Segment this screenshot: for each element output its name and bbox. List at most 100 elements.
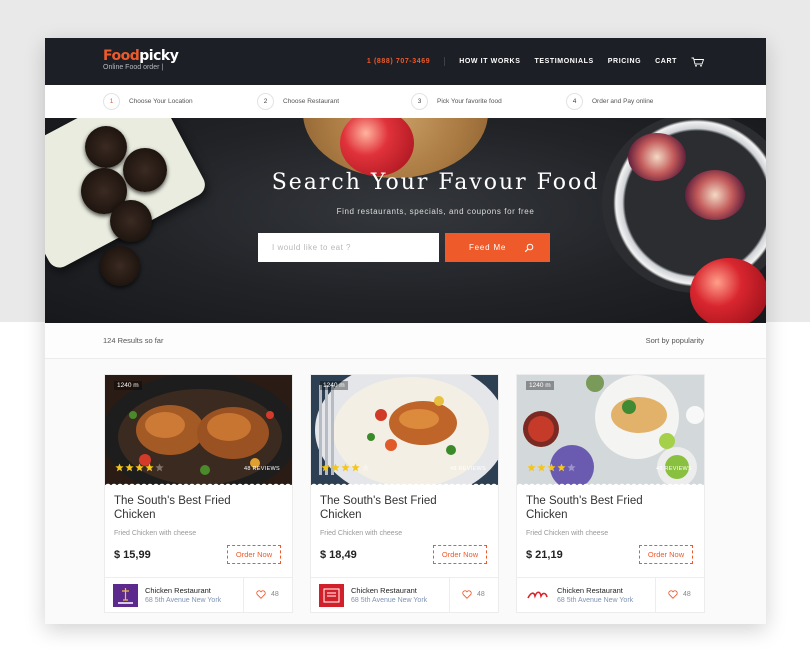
step-number: 3 xyxy=(411,93,428,110)
food-title[interactable]: The South's Best Fried Chicken xyxy=(526,494,686,522)
food-card[interactable]: 1240 m 48 REVIEWS The South's Best Fried… xyxy=(516,374,705,613)
website-frame: Foodpicky Online Food order | 1 (888) 70… xyxy=(45,38,766,624)
order-now-button[interactable]: Order Now xyxy=(433,545,487,564)
cookie-image xyxy=(100,246,140,286)
food-title[interactable]: The South's Best Fried Chicken xyxy=(320,494,480,522)
hero-subtitle: Find restaurants, specials, and coupons … xyxy=(336,207,535,216)
logo-subtitle: Online Food order | xyxy=(103,64,164,71)
star-icon xyxy=(135,463,144,472)
logo[interactable]: Foodpicky xyxy=(103,48,179,64)
star-icon xyxy=(341,463,350,472)
step-order-and-pay: 4 Order and Pay online xyxy=(566,85,653,118)
star-icon xyxy=(155,463,164,472)
star-icon xyxy=(115,463,124,472)
food-description: Fried Chicken with cheese xyxy=(320,530,403,537)
nav-cart[interactable]: CART xyxy=(655,58,677,65)
star-icon xyxy=(361,463,370,472)
logo-rest: picky xyxy=(139,48,179,64)
step-choose-restaurant: 2 Choose Restaurant xyxy=(257,85,339,118)
star-icon xyxy=(125,463,134,472)
like-count: 48 xyxy=(683,591,691,598)
order-steps-bar: 1 Choose Your Location 2 Choose Restaura… xyxy=(45,85,766,119)
star-icon xyxy=(557,463,566,472)
nav-how-it-works[interactable]: HOW IT WORKS xyxy=(459,58,520,65)
restaurant-name[interactable]: Chicken Restaurant xyxy=(557,586,623,595)
restaurant-logo[interactable] xyxy=(113,584,138,607)
star-icon xyxy=(321,463,330,472)
star-icon xyxy=(351,463,360,472)
sort-dropdown[interactable]: Sort by popularity xyxy=(646,336,704,345)
nav-divider xyxy=(444,57,446,66)
nav-testimonials[interactable]: TESTIMONIALS xyxy=(534,58,593,65)
heart-icon[interactable] xyxy=(668,590,678,599)
distance-badge: 1240 m xyxy=(526,381,554,390)
order-now-button[interactable]: Order Now xyxy=(227,545,281,564)
restaurant-logo[interactable] xyxy=(525,584,550,607)
rating-stars xyxy=(321,463,370,472)
card-divider xyxy=(517,577,704,578)
star-icon xyxy=(547,463,556,472)
phone-number[interactable]: 1 (888) 707-3469 xyxy=(367,58,430,65)
restaurant-name[interactable]: Chicken Restaurant xyxy=(351,586,417,595)
rating-stars xyxy=(527,463,576,472)
card-divider xyxy=(311,577,498,578)
star-icon xyxy=(527,463,536,472)
review-count: 48 REVIEWS xyxy=(449,466,486,472)
food-description: Fried Chicken with cheese xyxy=(114,530,197,537)
results-count: 124 Results so far xyxy=(103,336,164,345)
like-count: 48 xyxy=(477,591,485,598)
image-edge-decoration xyxy=(105,481,292,487)
step-pick-food: 3 Pick Your favorite food xyxy=(411,85,502,118)
logo-accent: Food xyxy=(103,48,140,64)
star-icon xyxy=(537,463,546,472)
card-divider xyxy=(655,577,656,612)
food-price: $ 18,49 xyxy=(320,549,357,561)
food-description: Fried Chicken with cheese xyxy=(526,530,609,537)
main-nav: 1 (888) 707-3469 HOW IT WORKS TESTIMONIA… xyxy=(367,38,704,85)
step-number: 2 xyxy=(257,93,274,110)
food-title[interactable]: The South's Best Fried Chicken xyxy=(114,494,274,522)
food-price: $ 15,99 xyxy=(114,549,151,561)
step-number: 4 xyxy=(566,93,583,110)
star-icon xyxy=(145,463,154,472)
heart-icon[interactable] xyxy=(256,590,266,599)
step-label: Order and Pay online xyxy=(592,98,654,105)
step-choose-location: 1 Choose Your Location xyxy=(103,85,193,118)
distance-badge: 1240 m xyxy=(320,381,348,390)
step-number: 1 xyxy=(103,93,120,110)
cookie-image xyxy=(85,126,127,168)
feed-me-button[interactable]: Feed Me xyxy=(445,233,550,262)
cart-icon[interactable] xyxy=(691,57,704,67)
review-count: 48 REVIEWS xyxy=(243,466,280,472)
distance-badge: 1240 m xyxy=(114,381,142,390)
step-label: Choose Your Location xyxy=(129,98,193,105)
food-card[interactable]: 1240 m 48 REVIEWS The South's Best Fried… xyxy=(310,374,499,613)
restaurant-name[interactable]: Chicken Restaurant xyxy=(145,586,211,595)
search-icon xyxy=(524,243,534,252)
hero-title: Search Your Favour Food xyxy=(271,170,600,195)
top-navigation-bar: Foodpicky Online Food order | 1 (888) 70… xyxy=(45,38,766,85)
food-search-input[interactable] xyxy=(258,233,439,262)
like-count: 48 xyxy=(271,591,279,598)
nav-pricing[interactable]: PRICING xyxy=(608,58,641,65)
card-divider xyxy=(449,577,450,612)
star-icon xyxy=(567,463,576,472)
food-card[interactable]: 1240 m 48 REVIEWS The South's Best Fried… xyxy=(104,374,293,613)
apple-image xyxy=(690,258,766,323)
review-count: 48 REVIEWS xyxy=(655,466,692,472)
rating-stars xyxy=(115,463,164,472)
order-now-button[interactable]: Order Now xyxy=(639,545,693,564)
results-bar: 124 Results so far Sort by popularity xyxy=(45,323,766,359)
card-divider xyxy=(105,577,292,578)
image-edge-decoration xyxy=(311,481,498,487)
step-label: Pick Your favorite food xyxy=(437,98,502,105)
step-label: Choose Restaurant xyxy=(283,98,340,105)
feed-me-label: Feed Me xyxy=(469,243,507,252)
star-icon xyxy=(331,463,340,472)
restaurant-address: 68 5th Avenue New York xyxy=(145,597,222,604)
restaurant-logo[interactable] xyxy=(319,584,344,607)
hero-banner: Search Your Favour Food Find restaurants… xyxy=(45,118,766,323)
heart-icon[interactable] xyxy=(462,590,472,599)
food-price: $ 21,19 xyxy=(526,549,563,561)
restaurant-address: 68 5th Avenue New York xyxy=(557,597,634,604)
